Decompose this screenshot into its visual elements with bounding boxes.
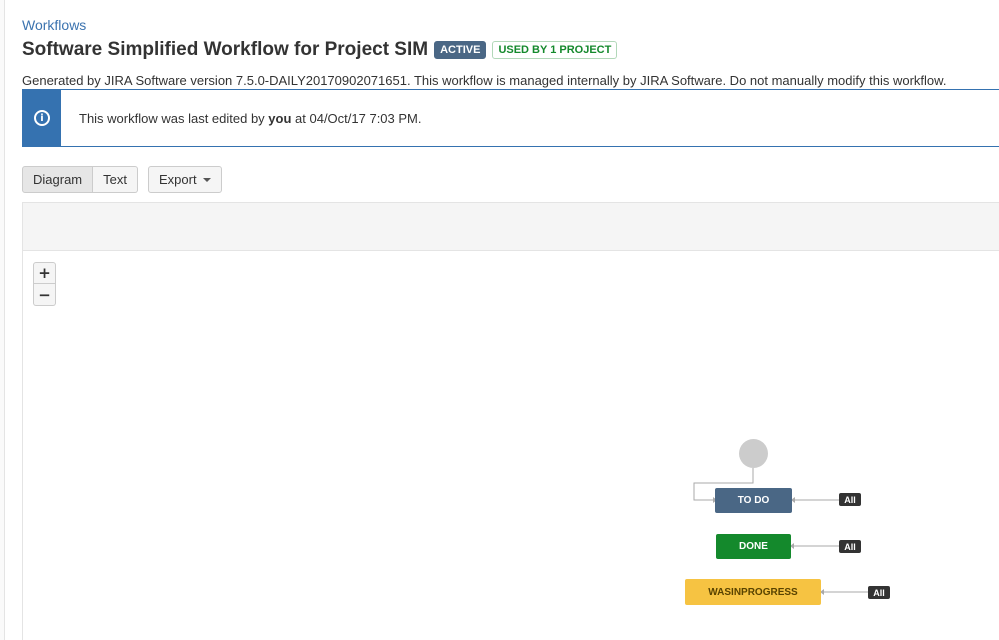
export-button[interactable]: Export xyxy=(148,166,222,193)
workflow-start-node[interactable] xyxy=(739,439,768,468)
status-badge-active: ACTIVE xyxy=(434,41,487,59)
status-node-wasinprogress[interactable]: WASINPROGRESS xyxy=(685,579,821,605)
status-node-todo[interactable]: TO DO xyxy=(715,488,792,513)
view-toggle: Diagram Text xyxy=(22,166,138,193)
info-message-text: This workflow was last edited by you at … xyxy=(79,111,422,126)
page-title: Software Simplified Workflow for Project… xyxy=(22,39,429,60)
info-suffix: at 04/Oct/17 7:03 PM. xyxy=(291,110,422,126)
status-node-done[interactable]: DONE xyxy=(716,534,791,559)
workflow-description: Generated by JIRA Software version 7.5.0… xyxy=(22,73,947,88)
export-label: Export xyxy=(159,172,197,187)
info-message: i This workflow was last edited by you a… xyxy=(22,89,999,147)
diagram-connectors xyxy=(693,468,868,595)
breadcrumb-workflows[interactable]: Workflows xyxy=(22,17,86,33)
left-border xyxy=(0,0,5,640)
info-prefix: This workflow was last edited by xyxy=(79,110,269,126)
all-transition-label-done[interactable]: All xyxy=(839,540,861,553)
used-by-projects-badge[interactable]: USED BY 1 PROJECT xyxy=(492,41,618,59)
chevron-down-icon xyxy=(202,177,211,182)
page-header: Software Simplified Workflow for Project… xyxy=(22,38,618,62)
text-view-button[interactable]: Text xyxy=(93,166,138,193)
info-message-sidebar: i xyxy=(23,90,61,146)
info-user: you xyxy=(268,110,292,126)
all-transition-label-todo[interactable]: All xyxy=(839,493,861,506)
export-dropdown: Export xyxy=(148,166,222,193)
workflow-diagram[interactable]: + − TO DO All DONE All WASINPROGRESS All xyxy=(22,202,999,640)
diagram-view-button[interactable]: Diagram xyxy=(22,166,94,193)
info-icon: i xyxy=(34,110,50,126)
all-transition-label-wasinprogress[interactable]: All xyxy=(868,586,890,599)
